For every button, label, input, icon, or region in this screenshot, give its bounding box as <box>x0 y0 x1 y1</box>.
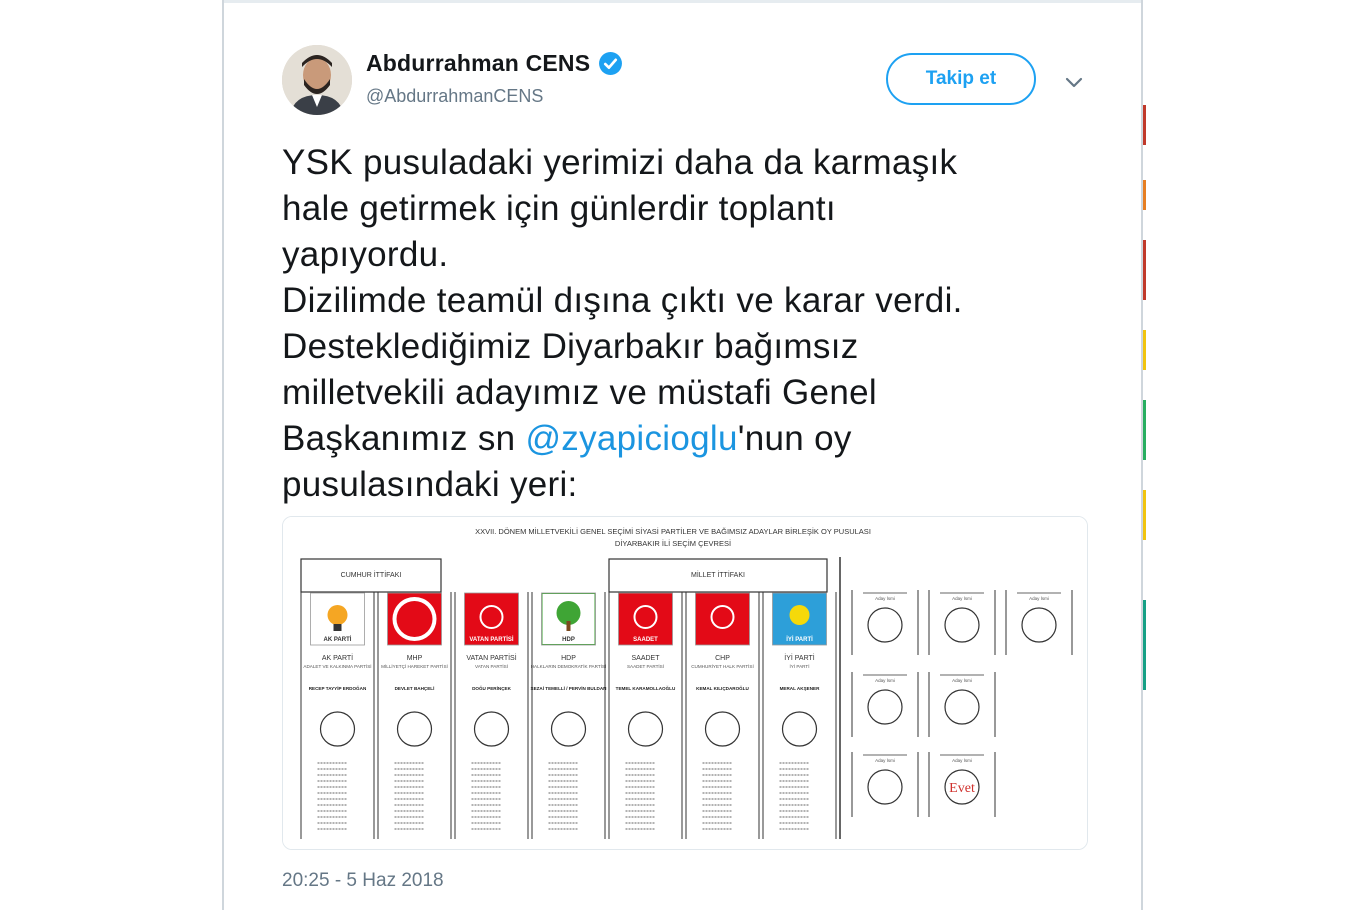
verified-badge-icon <box>599 52 623 75</box>
tweet-text-fragment: Başkanımız sn <box>282 419 526 458</box>
tweet-line: Desteklediğimiz Diyarbakır bağımsız <box>282 327 859 366</box>
independent-label: Aday İsmi <box>952 595 972 601</box>
alliance-left-label: CUMHUR İTTİFAKI <box>341 570 402 579</box>
party-full-name: ADALET VE KALKINMA PARTİSİ <box>303 663 371 669</box>
party-logo-trunk <box>566 621 571 631</box>
edge-stripe <box>1143 180 1146 210</box>
party-logo <box>695 592 750 646</box>
user-handle[interactable]: @AbdurrahmanCENS <box>366 86 543 107</box>
tweet-line: Dizilimde teamül dışına çıktı ve karar v… <box>282 281 963 320</box>
edge-stripe <box>1143 400 1146 460</box>
user-name-row: Abdurrahman CENS <box>366 50 623 77</box>
party-leader: SEZAİ TEMELLİ / PERVİN BULDAN <box>531 685 608 691</box>
tweet-line: hale getirmek için günlerdir toplantı <box>282 189 836 228</box>
tweet-card: Abdurrahman CENS @AbdurrahmanCENS Takip … <box>222 0 1143 910</box>
independent-label: Aday İsmi <box>952 757 972 763</box>
independent-label: Aday İsmi <box>952 677 972 683</box>
avatar[interactable] <box>282 45 352 115</box>
party-full-name: CUMHURİYET HALK PARTİSİ <box>691 663 754 669</box>
party-leader: RECEP TAYYİP ERDOĞAN <box>309 684 367 691</box>
party-logo-text: SAADET <box>633 637 658 643</box>
tweet-line: YSK pusuladaki yerimizi daha da karmaşık <box>282 143 958 182</box>
independent-label: Aday İsmi <box>875 677 895 683</box>
tweet-media-ballot[interactable]: XXVII. DÖNEM MİLLETVEKİLİ GENEL SEÇİMİ S… <box>282 516 1088 850</box>
party-logo-circle <box>396 601 433 637</box>
alliance-right-label: MİLLET İTTİFAKI <box>691 570 745 579</box>
independent-label: Aday İsmi <box>875 595 895 601</box>
party-name: VATAN PARTİSİ <box>466 653 516 662</box>
tweet-text: YSK pusuladaki yerimizi daha da karmaşık… <box>282 140 1072 508</box>
independent-label: Aday İsmi <box>875 757 895 763</box>
tweet-text-fragment: 'nun oy <box>737 419 852 458</box>
independent-label: Aday İsmi <box>1029 595 1049 601</box>
tweet-line: pusulasındaki yeri: <box>282 465 578 504</box>
party-logo-text: HDP <box>562 637 575 643</box>
tweet-timestamp[interactable]: 20:25 - 5 Haz 2018 <box>282 870 444 892</box>
chevron-down-icon[interactable] <box>1062 70 1086 94</box>
party-leader: KEMAL KILIÇDAROĞLU <box>696 684 749 691</box>
party-logo-text: İYİ PARTİ <box>786 636 813 643</box>
page-background-left <box>0 0 222 910</box>
ballot-title: XXVII. DÖNEM MİLLETVEKİLİ GENEL SEÇİMİ S… <box>475 527 871 536</box>
party-logo-bulb-base <box>333 624 342 631</box>
party-logo-bulb <box>327 605 348 625</box>
party-name: SAADET <box>631 655 660 662</box>
party-leader: MERAL AKŞENER <box>780 686 820 691</box>
follow-button[interactable]: Takip et <box>886 53 1036 105</box>
evet-stamp: Evet <box>949 781 975 796</box>
party-leader: DOĞU PERİNÇEK <box>472 684 511 691</box>
page-background-right <box>1143 0 1366 910</box>
avatar-image <box>282 45 352 115</box>
edge-stripe <box>1143 490 1146 540</box>
party-name: AK PARTİ <box>322 653 353 662</box>
party-leader: TEMEL KARAMOLLAOĞLU <box>616 684 676 691</box>
party-full-name: MİLLİYETÇİ HAREKET PARTİSİ <box>381 663 448 669</box>
party-logo-text: AK PARTİ <box>324 636 352 643</box>
tweet-line: yapıyordu. <box>282 235 449 274</box>
edge-stripe <box>1143 330 1146 370</box>
edge-stripe <box>1143 105 1146 145</box>
party-name: MHP <box>407 655 423 662</box>
edge-stripe <box>1143 240 1146 300</box>
ballot-subtitle: DİYARBAKIR İLİ SEÇİM ÇEVRESİ <box>615 539 731 548</box>
party-logo-sun <box>789 605 810 625</box>
display-name[interactable]: Abdurrahman CENS <box>366 50 590 77</box>
party-logo-text: VATAN PARTİSİ <box>469 636 514 643</box>
party-full-name: SAADET PARTİSİ <box>627 663 664 669</box>
party-full-name: İYİ PARTİ <box>790 663 810 669</box>
party-full-name: HALKLARIN DEMOKRATİK PARTİSİ <box>531 663 607 669</box>
edge-stripe <box>1143 600 1146 690</box>
party-full-name: VATAN PARTİSİ <box>475 663 508 669</box>
tweet-line: milletvekili adayımız ve müstafi Genel <box>282 373 877 412</box>
party-name: CHP <box>715 655 730 662</box>
party-name: HDP <box>561 655 576 662</box>
party-leader: DEVLET BAHÇELİ <box>395 685 435 691</box>
ballot-image: XXVII. DÖNEM MİLLETVEKİLİ GENEL SEÇİMİ S… <box>283 517 1087 849</box>
tweet-line: Başkanımız sn @zyapicioglu'nun oy <box>282 416 1072 462</box>
party-name: İYİ PARTİ <box>784 653 815 662</box>
card-top-border <box>224 0 1141 3</box>
mention-link[interactable]: @zyapicioglu <box>525 419 737 458</box>
